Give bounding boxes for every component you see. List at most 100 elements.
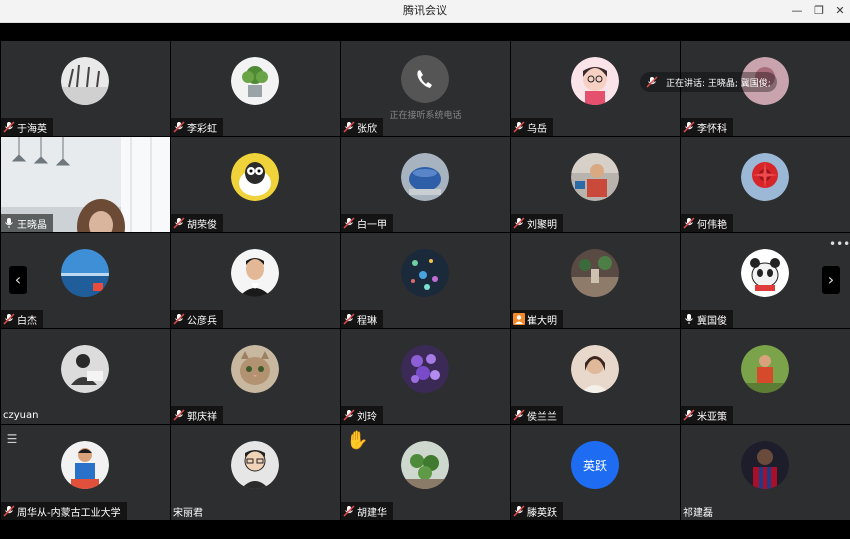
close-button[interactable]: ✕ (829, 0, 850, 22)
avatar (231, 249, 279, 297)
name-label: 刘聚明 (511, 214, 563, 232)
mic-muted-icon (513, 121, 525, 133)
name-label: 宋丽君 (171, 502, 209, 520)
name-label: 祁建磊 (681, 502, 719, 520)
title-bar: 腾讯会议 — ❐ ✕ (0, 0, 850, 23)
speaking-indicator: 正在讲话: 王晓晶; 冀国俊; (640, 72, 777, 92)
participant-tile[interactable]: 正在接听系统电话 张欣 (341, 41, 510, 136)
mic-muted-icon (343, 121, 355, 133)
avatar (401, 249, 449, 297)
avatar (571, 153, 619, 201)
participant-tile[interactable]: 侯兰兰 (511, 329, 680, 424)
prev-page-button[interactable]: ‹ (9, 266, 27, 294)
name-label: czyuan (1, 406, 44, 424)
avatar (61, 249, 109, 297)
name-label: 何伟艳 (681, 214, 733, 232)
avatar (61, 441, 109, 489)
mic-muted-icon (173, 409, 185, 421)
name-label: 米亚策 (681, 406, 733, 424)
mic-muted-icon (173, 217, 185, 229)
participant-tile[interactable]: 祁建磊 (681, 425, 850, 520)
name-label: 崔大明 (511, 310, 563, 328)
name-label: 白一甲 (341, 214, 393, 232)
avatar (741, 249, 789, 297)
participant-name: 张欣 (357, 123, 377, 135)
name-label: 张欣 (341, 118, 383, 136)
participant-tile[interactable]: 程琳 (341, 233, 510, 328)
participant-name: 李怀科 (697, 123, 727, 135)
name-label: 王晓晶 (1, 214, 53, 232)
participant-name: 乌岳 (527, 123, 547, 135)
avatar (741, 441, 789, 489)
participant-tile[interactable]: 郭庆祥 (171, 329, 340, 424)
video-grid: 于海英 李彩虹 正在接听系统电话 张欣 乌岳 李怀科 王晓晶 胡荣俊 白一甲 刘… (0, 40, 850, 520)
name-label: 郭庆祥 (171, 406, 223, 424)
participant-name: 滕英跃 (527, 507, 557, 519)
participant-tile[interactable]: 李彩虹 (171, 41, 340, 136)
mic-muted-icon (173, 121, 185, 133)
maximize-button[interactable]: ❐ (808, 0, 830, 22)
mic-muted-icon (513, 409, 525, 421)
participant-tile[interactable]: 宋丽君 (171, 425, 340, 520)
participant-tile[interactable]: 刘聚明 (511, 137, 680, 232)
avatar (571, 249, 619, 297)
avatar (741, 153, 789, 201)
name-label: 白杰 (1, 310, 43, 328)
next-page-button[interactable]: › (822, 266, 840, 294)
participant-tile[interactable]: 英跃 滕英跃 (511, 425, 680, 520)
avatar-text: 英跃 (571, 441, 619, 489)
mic-muted-icon (646, 76, 658, 88)
participant-tile[interactable]: 白一甲 (341, 137, 510, 232)
participant-name: 胡荣俊 (187, 219, 217, 231)
participant-tile-video[interactable]: 王晓晶 (1, 137, 170, 232)
participant-tile[interactable]: 周华从-内蒙古工业大学 (1, 425, 170, 520)
mic-muted-icon (343, 409, 355, 421)
participant-tile[interactable]: 崔大明 (511, 233, 680, 328)
mic-muted-icon (343, 505, 355, 517)
participant-name: 米亚策 (697, 411, 727, 423)
participant-name: 冀国俊 (697, 315, 727, 327)
name-label: 于海英 (1, 118, 53, 136)
participant-name: 王晓晶 (17, 219, 47, 231)
participant-tile[interactable]: 米亚策 (681, 329, 850, 424)
avatar (231, 57, 279, 105)
list-icon[interactable]: ☰ (2, 429, 22, 449)
participant-tile[interactable]: 刘玲 (341, 329, 510, 424)
participant-tile[interactable]: 公彦兵 (171, 233, 340, 328)
avatar (401, 345, 449, 393)
participant-tile[interactable]: czyuan (1, 329, 170, 424)
participant-name: 李彩虹 (187, 123, 217, 135)
participant-name: 宋丽君 (173, 507, 203, 519)
minimize-button[interactable]: — (786, 0, 808, 22)
name-label: 公彦兵 (171, 310, 223, 328)
mic-muted-icon (3, 313, 15, 325)
participant-name: 白杰 (17, 315, 37, 327)
participant-tile[interactable]: 于海英 (1, 41, 170, 136)
participant-name: 白一甲 (357, 219, 387, 231)
participant-name: 公彦兵 (187, 315, 217, 327)
avatar (61, 345, 109, 393)
mic-icon (5, 218, 13, 228)
avatar (401, 55, 449, 103)
name-label: 李怀科 (681, 118, 733, 136)
mic-muted-icon (683, 121, 695, 133)
participant-name: 于海英 (17, 123, 47, 135)
avatar (401, 153, 449, 201)
participant-name: 胡建华 (357, 507, 387, 519)
bottom-bar (0, 520, 850, 539)
mic-muted-icon (683, 409, 695, 421)
participant-name: czyuan (3, 409, 39, 421)
name-label: 胡荣俊 (171, 214, 223, 232)
avatar (571, 345, 619, 393)
participant-name: 周华从-内蒙古工业大学 (17, 507, 121, 519)
name-label: 冀国俊 (681, 310, 733, 328)
participant-name: 刘聚明 (527, 219, 557, 231)
top-bar (0, 23, 850, 40)
participant-name: 郭庆祥 (187, 411, 217, 423)
raise-hand-icon: ✋ (346, 430, 369, 451)
mic-muted-icon (683, 217, 695, 229)
participant-tile[interactable]: 胡荣俊 (171, 137, 340, 232)
name-label: 程琳 (341, 310, 383, 328)
more-options-icon[interactable]: ••• (829, 238, 850, 250)
participant-tile[interactable]: 何伟艳 (681, 137, 850, 232)
